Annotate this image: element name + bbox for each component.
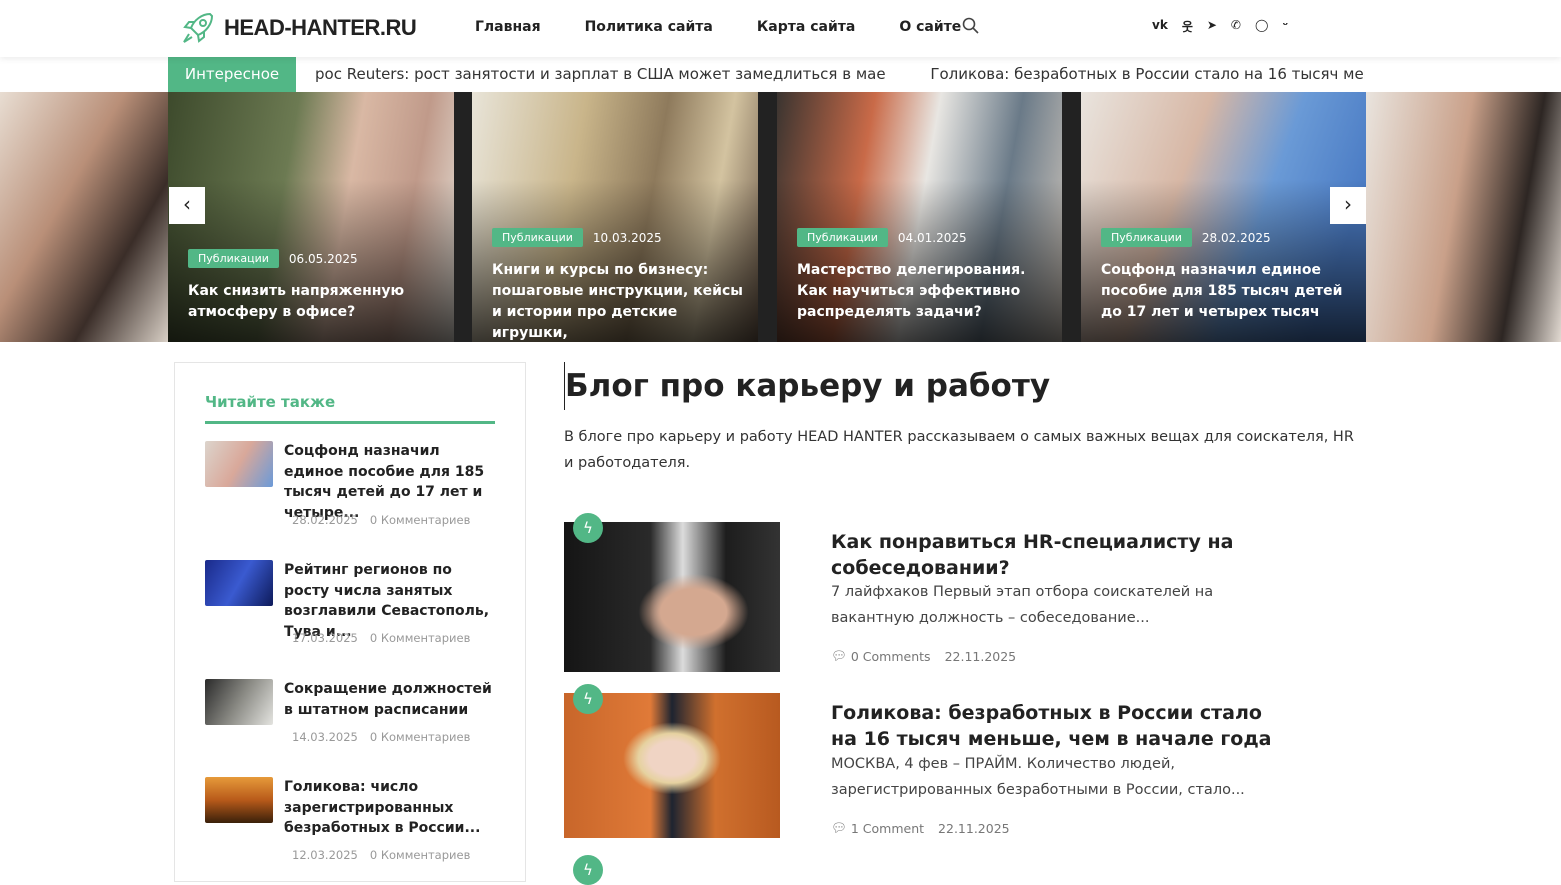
category-badge[interactable]: Публикации bbox=[492, 228, 583, 247]
sidebar-thumbnail[interactable] bbox=[205, 777, 273, 823]
nav-policy[interactable]: Политика сайта bbox=[585, 19, 713, 35]
slide-date: 28.02.2025 bbox=[1201, 230, 1271, 245]
nav-sitemap[interactable]: Карта сайта bbox=[757, 19, 855, 35]
post-title[interactable]: Как понравиться HR-специалисту на собесе… bbox=[831, 529, 1291, 581]
category-badge[interactable]: Публикации bbox=[188, 249, 279, 268]
sidebar-item-comments[interactable]: 0 Комментариев bbox=[370, 848, 471, 862]
nav-home[interactable]: Главная bbox=[475, 19, 541, 35]
slide-title[interactable]: Как снизить напряженную атмосферу в офис… bbox=[188, 281, 440, 323]
slide-title[interactable]: Книги и курсы по бизнесу: пошаговые инст… bbox=[492, 260, 744, 342]
sidebar-item-comments[interactable]: 0 Комментариев bbox=[370, 513, 471, 527]
site-logo[interactable]: HEAD-HANTER.RU bbox=[180, 10, 417, 46]
ticker-items: рос Reuters: рост занятости и зарплат в … bbox=[315, 57, 1365, 92]
slide-date: 10.03.2025 bbox=[592, 230, 662, 245]
max-icon[interactable]: ᵕ bbox=[1282, 18, 1288, 35]
sidebar-thumbnail[interactable] bbox=[205, 560, 273, 606]
featured-slider: Публикации 06.05.2025 Как снизить напряже… bbox=[0, 92, 1561, 342]
sidebar-item-comments[interactable]: 0 Комментариев bbox=[370, 730, 471, 744]
vk-icon[interactable]: vk bbox=[1152, 18, 1168, 35]
lightning-icon: ϟ bbox=[573, 513, 603, 543]
read-also-sidebar: Читайте также Соцфонд назначил единое по… bbox=[174, 362, 526, 882]
sidebar-item-date: 14.03.2025 bbox=[292, 730, 358, 744]
post-comments[interactable]: 1 Comment bbox=[851, 821, 924, 836]
ticker-item[interactable]: Голикова: безработных в России стало на … bbox=[930, 65, 1365, 83]
whatsapp-icon[interactable]: ◯ bbox=[1255, 18, 1268, 35]
post-excerpt: МОСКВА, 4 фев – ПРАЙМ. Количество людей,… bbox=[831, 756, 1245, 798]
news-ticker: Интересное рос Reuters: рост занятости и… bbox=[0, 57, 1561, 92]
post-date: 22.11.2025 bbox=[938, 820, 1010, 836]
post-image[interactable] bbox=[564, 693, 780, 838]
sidebar-item-date: 17.03.2025 bbox=[292, 631, 358, 645]
lightning-icon: ϟ bbox=[573, 855, 603, 885]
post-title[interactable]: Голикова: безработных в России стало на … bbox=[831, 700, 1291, 752]
post-image[interactable] bbox=[564, 522, 780, 672]
category-badge[interactable]: Публикации bbox=[1101, 228, 1192, 247]
viber-icon[interactable]: ✆ bbox=[1231, 18, 1241, 35]
post-comments[interactable]: 0 Comments bbox=[851, 649, 931, 664]
search-icon[interactable] bbox=[962, 17, 980, 39]
telegram-icon[interactable]: ➤ bbox=[1207, 18, 1217, 35]
sidebar-thumbnail[interactable] bbox=[205, 441, 273, 487]
slide[interactable]: Публикации 10.03.2025 Книги и курсы по би… bbox=[472, 92, 758, 342]
slide-title[interactable]: Мастерство делегирования. Как научиться … bbox=[797, 260, 1048, 323]
slide[interactable]: Публикации 04.01.2025 Мастерство делегиро… bbox=[777, 92, 1062, 342]
site-header: HEAD-HANTER.RU Главная Политика сайта Ка… bbox=[0, 0, 1561, 57]
slider-prev-button[interactable]: ‹ bbox=[169, 187, 205, 224]
main-nav: Главная Политика сайта Карта сайта О сай… bbox=[475, 19, 961, 35]
nav-about[interactable]: О сайте bbox=[899, 19, 961, 35]
sidebar-title: Читайте также bbox=[205, 393, 495, 424]
lightning-icon: ϟ bbox=[573, 684, 603, 714]
logo-text: HEAD-HANTER.RU bbox=[224, 15, 417, 40]
sidebar-item-date: 12.03.2025 bbox=[292, 848, 358, 862]
sidebar-item-title[interactable]: Голикова: число зарегистрированных безра… bbox=[284, 777, 499, 839]
ticker-label: Интересное bbox=[168, 57, 296, 92]
sidebar-item-title[interactable]: Рейтинг регионов по росту числа занятых … bbox=[284, 560, 499, 642]
slider-next-button[interactable]: › bbox=[1330, 187, 1366, 224]
comment-icon: 💬︎ bbox=[831, 820, 847, 835]
slide-title[interactable]: Соцфонд назначил единое пособие для 185 … bbox=[1101, 260, 1352, 323]
ok-icon[interactable]: 웃 bbox=[1182, 18, 1193, 35]
page-description: В блоге про карьеру и работу HEAD HANTER… bbox=[564, 429, 1354, 471]
slide[interactable]: Публикации 06.05.2025 Как снизить напряже… bbox=[168, 92, 454, 342]
post-date: 22.11.2025 bbox=[944, 648, 1017, 664]
slide-image-partial bbox=[0, 92, 168, 342]
page-title: Блог про карьеру и работу bbox=[564, 362, 1050, 410]
sidebar-item-title[interactable]: Соцфонд назначил единое пособие для 185 … bbox=[284, 441, 499, 523]
slide-image-partial bbox=[1366, 92, 1561, 342]
sidebar-item-comments[interactable]: 0 Комментариев bbox=[370, 631, 471, 645]
sidebar-item-title[interactable]: Сокращение должностей в штатном расписан… bbox=[284, 679, 499, 720]
ticker-item[interactable]: рос Reuters: рост занятости и зарплат в … bbox=[315, 65, 886, 83]
sidebar-thumbnail[interactable] bbox=[205, 679, 273, 725]
sidebar-item-date: 28.02.2025 bbox=[292, 513, 358, 527]
slide-date: 06.05.2025 bbox=[288, 251, 358, 266]
post-excerpt: 7 лайфхаков Первый этап отбора соискател… bbox=[831, 584, 1214, 626]
category-badge[interactable]: Публикации bbox=[797, 228, 888, 247]
slide[interactable]: Публикации 28.02.2025 Соцфонд назначил ед… bbox=[1081, 92, 1366, 342]
social-links: vk 웃 ➤ ✆ ◯ ᵕ bbox=[1152, 18, 1288, 35]
comment-icon: 💬︎ bbox=[831, 648, 847, 663]
rocket-icon bbox=[183, 12, 214, 43]
slide-date: 04.01.2025 bbox=[897, 230, 967, 245]
